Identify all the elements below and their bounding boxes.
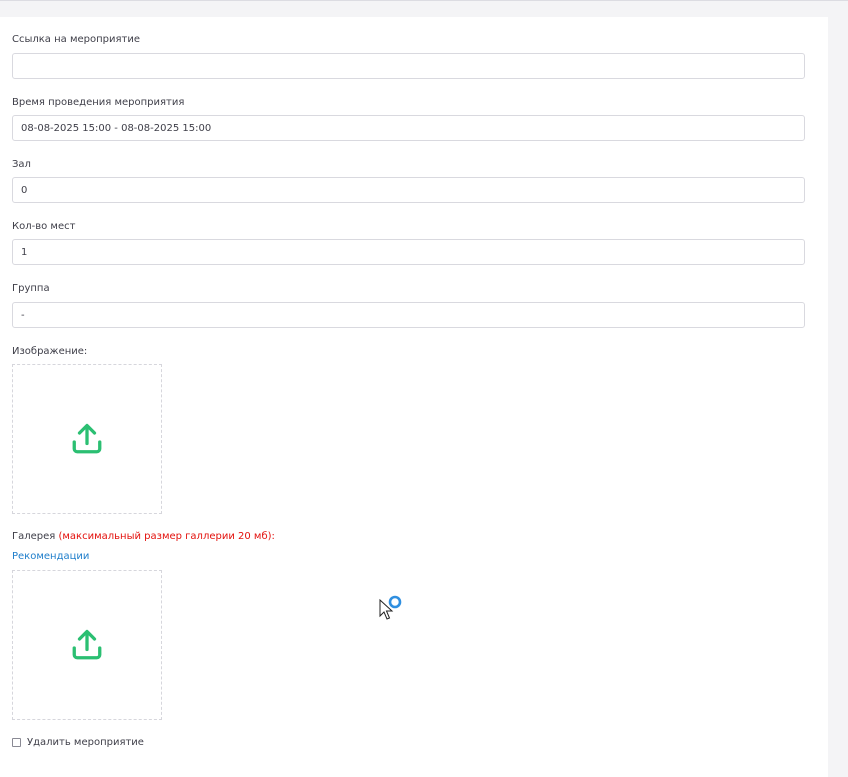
hall-label: Зал	[12, 159, 31, 170]
delete-event-checkbox[interactable]	[12, 738, 21, 747]
delete-event-row[interactable]: Удалить мероприятие	[12, 737, 144, 748]
upload-icon	[72, 423, 102, 454]
delete-event-label: Удалить мероприятие	[27, 737, 144, 748]
busy-cursor-icon	[379, 595, 402, 620]
seats-input[interactable]	[12, 239, 805, 265]
gallery-label: Галерея (максимальный размер галлерии 20…	[12, 531, 275, 542]
group-input[interactable]	[12, 302, 805, 328]
upload-icon	[72, 629, 102, 660]
gallery-size-warning: (максимальный размер галлерии 20 мб):	[58, 531, 275, 542]
event-time-input[interactable]	[12, 115, 805, 141]
seats-label: Кол-во мест	[12, 221, 76, 232]
group-label: Группа	[12, 283, 50, 294]
hall-input[interactable]	[12, 177, 805, 203]
gallery-dropzone[interactable]	[12, 570, 162, 720]
event-link-input[interactable]	[12, 53, 805, 79]
top-divider	[0, 0, 848, 1]
recommendations-link[interactable]: Рекомендации	[12, 551, 89, 562]
image-dropzone[interactable]	[12, 364, 162, 514]
event-time-label: Время проведения мероприятия	[12, 97, 185, 108]
event-link-label: Ссылка на мероприятие	[12, 34, 140, 45]
image-label: Изображение:	[12, 346, 88, 357]
gallery-label-text: Галерея	[12, 531, 56, 542]
